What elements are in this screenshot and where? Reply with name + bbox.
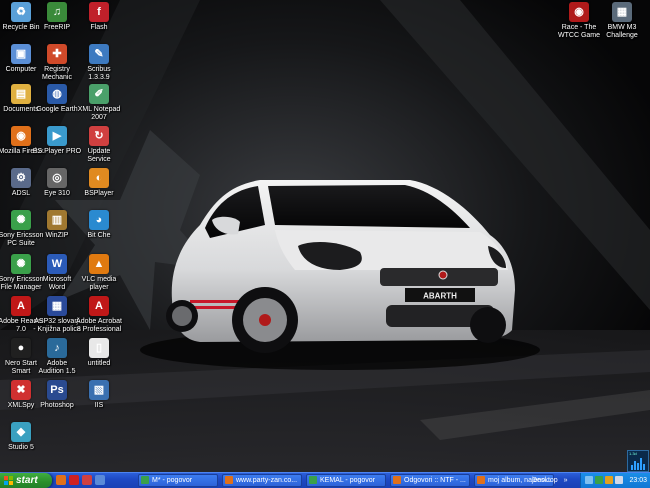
meter-text: 1.3d (629, 451, 637, 456)
task-app-icon (309, 476, 317, 484)
messenger-icon[interactable] (605, 476, 613, 484)
clock[interactable]: 23:03 (629, 473, 647, 488)
untitled-icon: ▯ (89, 338, 109, 358)
vlc-icon: ▲ (89, 254, 109, 274)
desktop-icon-label: Flash (90, 24, 108, 31)
adobe-audition-icon: ♪ (47, 338, 67, 358)
taskbar-button-label: www.party-zan.co... (236, 477, 298, 484)
task-app-icon (141, 476, 149, 484)
taskbar-button-label: M* - pogovor (152, 477, 193, 484)
taskbar-button-task-1[interactable]: M* - pogovor (138, 474, 218, 487)
quick-launch-firefox-icon[interactable] (56, 475, 66, 485)
microsoft-word-icon: W (47, 254, 67, 274)
desktop-icon-xml-notepad[interactable]: ✐ XML Notepad 2007 (70, 84, 128, 122)
desktop-icon-label: BSPlayer (84, 190, 114, 197)
desktop-icon-adobe-acrobat[interactable]: A Adobe Acrobat 8 Professional (70, 296, 128, 334)
desktop-icon-studio-5[interactable]: ◆ Studio 5 (0, 422, 50, 452)
freerip-icon: ♫ (47, 2, 67, 22)
network-meter-widget: 1.3d (627, 450, 649, 472)
asp32-icon: ▦ (47, 296, 67, 316)
eye-310-icon: ◎ (47, 168, 67, 188)
desktop-icon-bsplayer2[interactable]: ◐ BSPlayer (70, 168, 128, 198)
update-service-icon: ↻ (89, 126, 109, 146)
desktop-icon-label: untitled (87, 360, 111, 367)
xml-notepad-icon: ✐ (89, 84, 109, 104)
desktop-icon-label: Update Service (87, 148, 111, 163)
desktop-icon-label: VLC media player (81, 276, 117, 291)
bit-che-icon: ◕ (89, 210, 109, 230)
desktop-icon-untitled[interactable]: ▯ untitled (70, 338, 128, 368)
abarth-badge: ABARTH (423, 292, 457, 301)
desktop-icon-label: XML Notepad 2007 (77, 106, 121, 121)
google-earth-icon: ◍ (47, 84, 67, 104)
desktop-icon-label: Adobe Acrobat 8 Professional (76, 318, 122, 333)
quick-launch-nero-icon[interactable] (69, 475, 79, 485)
adobe-acrobat-icon: A (89, 296, 109, 316)
studio-5-icon: ◆ (11, 422, 31, 442)
quick-launch-misc-icon[interactable] (82, 475, 92, 485)
security-icon[interactable] (595, 476, 603, 484)
bsplayer-icon: ▶ (47, 126, 67, 146)
windows-flag-icon (4, 476, 13, 485)
iis-icon: ▧ (89, 380, 109, 400)
taskbar-button-task-3[interactable]: KEMAL - pogovor (306, 474, 386, 487)
desktop-icon-iis[interactable]: ▧ IIS (70, 380, 128, 410)
task-app-icon (477, 476, 485, 484)
desktop-icon-scribus[interactable]: ✎ Scribus 1.3.3.9 (70, 44, 128, 82)
desktop-icon-update-service[interactable]: ↻ Update Service (70, 126, 128, 164)
network-icon[interactable] (585, 476, 593, 484)
taskbar-button-task-4[interactable]: Odgovori :: NTF - ... (390, 474, 470, 487)
desktop-icon-label: Studio 5 (8, 444, 34, 451)
task-app-icon (225, 476, 233, 484)
desktop-icon-bit-che[interactable]: ◕ Bit Che (70, 210, 128, 240)
taskbar: start M* - pogovor www.party-zan.co... KEM… (0, 472, 650, 488)
winzip-icon: ▥ (47, 210, 67, 230)
bmw-m3-icon: ▦ (612, 2, 632, 22)
taskbar-button-label: KEMAL - pogovor (320, 477, 375, 484)
chevron-right-icon[interactable]: » (564, 477, 568, 484)
scribus-icon: ✎ (89, 44, 109, 64)
task-app-icon (393, 476, 401, 484)
volume-icon[interactable] (615, 476, 623, 484)
start-label: start (16, 475, 38, 486)
desktop-icon-flash[interactable]: f Flash (70, 2, 128, 32)
photoshop-icon: Ps (47, 380, 67, 400)
desktop-icon-label: IIS (94, 402, 104, 409)
race-wtcc-icon: ◉ (569, 2, 589, 22)
desktop-icon-label: Scribus 1.3.3.9 (87, 66, 111, 81)
desktop-icon-vlc[interactable]: ▲ VLC media player (70, 254, 128, 292)
taskbar-button-task-2[interactable]: www.party-zan.co... (222, 474, 302, 487)
desktop-toolbar-label: Desktop (532, 477, 558, 484)
flash-icon: f (89, 2, 109, 22)
quick-launch-show-desktop-icon[interactable] (95, 475, 105, 485)
desktop-icon-label: Bit Che (87, 232, 111, 239)
desktop-icon-bmw-m3[interactable]: ▦ BMW M3 Challenge (593, 2, 650, 40)
start-button[interactable]: start (0, 473, 52, 488)
system-tray: 23:03 (580, 473, 650, 488)
registry-mechanic-icon: ✚ (47, 44, 67, 64)
desktop-toolbar[interactable]: Desktop » (532, 473, 568, 488)
taskbar-button-label: Odgovori :: NTF - ... (404, 477, 466, 484)
bsplayer2-icon: ◐ (89, 168, 109, 188)
desktop-icon-label: BMW M3 Challenge (606, 24, 638, 39)
